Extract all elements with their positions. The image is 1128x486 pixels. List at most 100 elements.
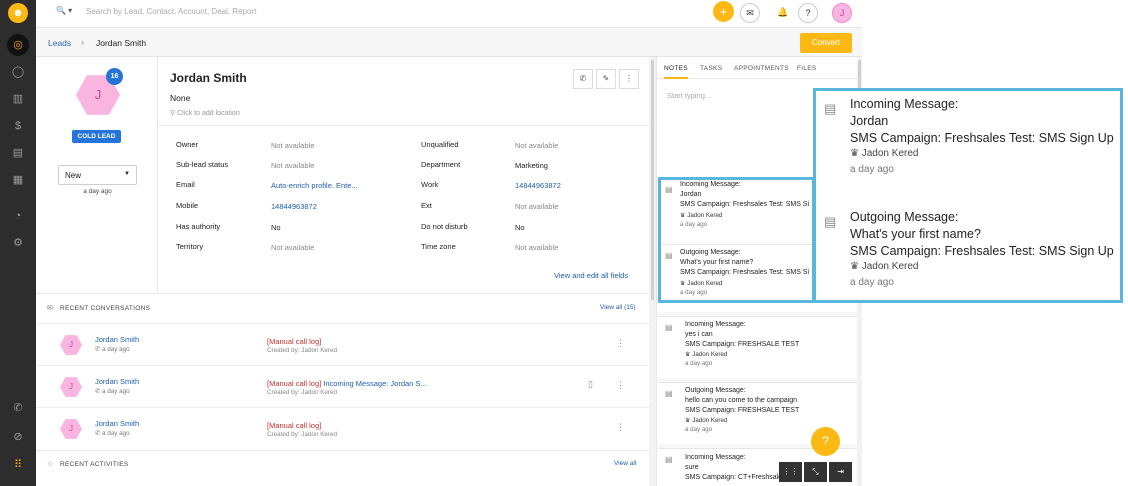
conversation-time: ✆ a day ago — [95, 430, 130, 437]
conversations-view-all-link[interactable]: View all (15) — [600, 304, 636, 311]
more-options-icon[interactable]: ⋮ — [616, 422, 625, 433]
conversation-contact-name[interactable]: Jordan Smith — [95, 335, 139, 344]
conversation-tag: [Manual call log] — [267, 421, 322, 430]
freshsales-logo-icon[interactable]: ☻ — [8, 3, 28, 23]
star-icon: ☆ — [47, 461, 54, 468]
mail-icon: ✉ — [47, 305, 53, 312]
user-avatar[interactable]: J — [832, 3, 852, 23]
convert-button[interactable]: Convert — [800, 33, 852, 53]
field-value-email[interactable]: Auto-enrich profile. Ente... — [271, 181, 358, 190]
side-tabs: NOTES TASKS APPOINTMENTS FILES — [657, 57, 857, 79]
field-value-sub-lead-status[interactable]: Not available — [271, 161, 314, 170]
zoomed-note-time: a day ago — [850, 164, 894, 175]
tab-notes[interactable]: NOTES — [664, 65, 688, 79]
help-chat-button[interactable]: ? — [811, 427, 840, 456]
field-value-territory[interactable]: Not available — [271, 243, 314, 252]
leads-nav-icon[interactable]: ◎ — [7, 34, 29, 56]
field-value-do-not-disturb[interactable]: No — [515, 223, 525, 232]
help-icon[interactable]: ? — [798, 3, 818, 23]
field-value-has-authority[interactable]: No — [271, 223, 281, 232]
field-label-email: Email — [176, 180, 195, 189]
zoomed-note-line: What's your first name? — [850, 227, 981, 241]
field-value-work[interactable]: 14844963872 — [515, 181, 561, 190]
global-search-input[interactable]: Search by Lead, Contact, Account, Deal, … — [86, 7, 256, 16]
conversation-creator: Created by: Jadon Kered — [267, 389, 338, 396]
note-icon: ▤ — [665, 389, 673, 398]
field-value-owner[interactable]: Not available — [271, 141, 314, 150]
stage-timestamp: a day ago — [83, 188, 112, 195]
accounts-nav-icon[interactable]: ▥ — [9, 90, 27, 108]
field-value-unqualified[interactable]: Not available — [515, 141, 558, 150]
field-value-time-zone[interactable]: Not available — [515, 243, 558, 252]
main-scrollbar[interactable] — [649, 57, 656, 486]
score-badge: 16 — [106, 68, 123, 85]
conversation-time: ✆ a day ago — [95, 346, 130, 353]
profile-card: J 16 COLD LEAD New ▼ a day ago — [36, 57, 158, 292]
conversation-summary[interactable]: [Manual call log] — [267, 337, 321, 346]
divider — [159, 125, 649, 126]
tab-files[interactable]: FILES — [797, 65, 817, 72]
conversations-nav-icon[interactable]: ▤ — [9, 144, 27, 162]
activities-view-all-link[interactable]: View all — [614, 460, 636, 467]
field-label-department: Department — [421, 160, 461, 169]
search-scope-icon[interactable]: 🔍 ▾ — [56, 6, 72, 15]
note-item[interactable]: ▤ Incoming Message: yes i can SMS Campai… — [658, 316, 857, 378]
scrollbar-thumb[interactable] — [651, 60, 654, 300]
more-actions-button[interactable]: ⋮ — [619, 69, 639, 89]
note-line: SMS Campaign: Freshsales Test: SMS Si — [680, 201, 810, 208]
note-time: a day ago — [685, 426, 713, 433]
mail-icon[interactable]: ✉ — [740, 3, 760, 23]
conversation-summary[interactable]: [Manual call log] Incoming Message: Jord… — [267, 379, 427, 388]
more-options-icon[interactable]: ⋮ — [616, 338, 625, 349]
apps-grid-icon[interactable]: ⠿ — [9, 456, 27, 474]
contacts-nav-icon[interactable]: ◯ — [9, 63, 27, 81]
conversation-row[interactable]: J Jordan Smith ✆ a day ago [Manual call … — [36, 365, 649, 407]
note-icon: ▤ — [665, 323, 673, 332]
field-value-department[interactable]: Marketing — [515, 161, 548, 170]
settings-nav-icon[interactable]: ⚙ — [9, 234, 27, 252]
note-line: Outgoing Message: — [685, 387, 746, 394]
quick-add-button[interactable]: + — [713, 1, 734, 22]
feedback-nav-icon[interactable]: ⊘ — [9, 428, 27, 446]
note-author: ♛ Jadon Kered — [680, 280, 723, 287]
tab-tasks[interactable]: TASKS — [700, 65, 722, 72]
reports-nav-icon[interactable]: ◔ — [9, 207, 27, 225]
call-button[interactable]: ✆ — [573, 69, 593, 89]
conversation-text: Incoming Message: Jordan S... — [321, 379, 427, 388]
conversation-contact-name[interactable]: Jordan Smith — [95, 377, 139, 386]
calendar-nav-icon[interactable]: ▦ — [9, 171, 27, 189]
note-line: sure — [685, 464, 699, 471]
notifications-bell-icon[interactable]: 🔔 — [773, 3, 793, 23]
zoomed-note-line: Jordan — [850, 114, 889, 128]
field-value-ext[interactable]: Not available — [515, 202, 558, 211]
view-edit-all-fields-link[interactable]: View and edit all fields — [554, 271, 628, 280]
conversation-row[interactable]: J Jordan Smith ✆ a day ago [Manual call … — [36, 323, 649, 365]
dialpad-button[interactable]: ⋮⋮ — [779, 462, 802, 482]
phone-nav-icon[interactable]: ✆ — [9, 399, 27, 417]
add-location-link[interactable]: ⚲ Click to add location — [170, 109, 240, 117]
field-label-territory: Territory — [176, 242, 204, 251]
note-icon: ▤ — [824, 101, 837, 116]
more-options-icon[interactable]: ⋮ — [616, 380, 625, 391]
edit-button[interactable]: ✎ — [596, 69, 616, 89]
deals-nav-icon[interactable]: $ — [9, 117, 27, 135]
expand-button[interactable]: ⤡ — [804, 462, 827, 482]
note-line: Outgoing Message: — [680, 249, 741, 256]
breadcrumb-leads-link[interactable]: Leads — [48, 38, 71, 48]
note-line: SMS Campaign: FRESHSALE TEST — [685, 407, 800, 414]
field-label-unqualified: Unqualified — [421, 140, 459, 149]
zoomed-note-line: SMS Campaign: Freshsales Test: SMS Sign … — [850, 131, 1114, 145]
collapse-button[interactable]: ⇥ — [829, 462, 852, 482]
note-icon: ▤ — [665, 185, 673, 194]
note-input[interactable]: Start typing... — [667, 91, 711, 100]
document-icon[interactable]: ▯ — [588, 379, 593, 390]
lead-stage-select[interactable]: New ▼ — [58, 165, 137, 185]
conversation-summary[interactable]: [Manual call log] — [267, 421, 321, 430]
note-line: Incoming Message: — [685, 321, 746, 328]
tab-appointments[interactable]: APPOINTMENTS — [734, 65, 789, 72]
conversation-contact-name[interactable]: Jordan Smith — [95, 419, 139, 428]
lead-info-panel: Jordan Smith None ⚲ Click to add locatio… — [159, 57, 649, 292]
field-value-mobile[interactable]: 14844963872 — [271, 202, 317, 211]
breadcrumb-separator: › — [81, 37, 84, 47]
conversation-row[interactable]: J Jordan Smith ✆ a day ago [Manual call … — [36, 407, 649, 449]
